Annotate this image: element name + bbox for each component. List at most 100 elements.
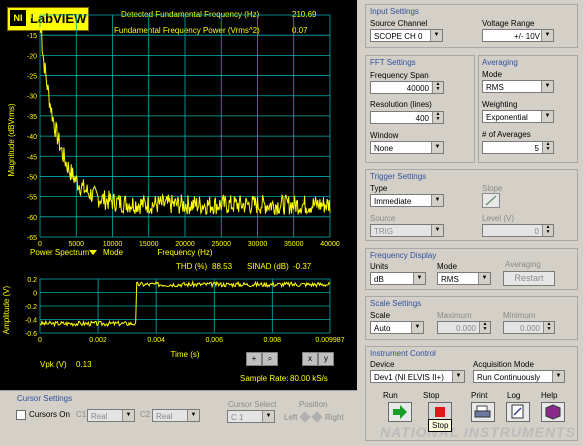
chevron-down-icon: ▼ — [541, 30, 553, 41]
resolution-label: Resolution (lines) — [370, 100, 432, 109]
sample-rate-value: 80.00 kS/s — [290, 374, 328, 383]
scale-select[interactable]: Auto ▼ — [370, 321, 424, 334]
vpk-label: Vpk (V) — [40, 360, 67, 369]
resolution-input[interactable]: 400 ▲ ▼ — [370, 111, 444, 124]
trigger-level-input[interactable]: 0 ▲ ▼ — [482, 224, 554, 237]
restart-averaging-button[interactable]: Restart — [503, 271, 555, 286]
spectrum-y-tick-label: -45 — [27, 154, 37, 161]
y-scale-format-icon[interactable]: y — [318, 352, 334, 366]
cursors-on-label: Cursors On — [29, 410, 70, 419]
frequency-span-value: 40000 — [406, 84, 429, 93]
spectrum-y-axis-label: Magnitude (dBVrms) — [7, 103, 16, 176]
window-label: Window — [370, 131, 399, 140]
window-select[interactable]: None ▼ — [370, 141, 444, 154]
print-button[interactable] — [471, 402, 495, 422]
power-spectrum-mode-label[interactable]: Power Spectrum — [30, 248, 89, 257]
source-channel-label: Source Channel — [370, 19, 428, 28]
spectrum-x-tick-label: 10000 — [103, 241, 123, 248]
display-averaging-label: Averaging — [505, 260, 541, 269]
spectrum-x-tick-label: 0 — [38, 241, 42, 248]
spectrum-y-tick-label: -30 — [27, 94, 37, 101]
fft-settings-title: FFT Settings — [370, 58, 416, 67]
weighting-select[interactable]: Exponential ▼ — [482, 110, 554, 123]
spectrum-x-tick-label: 15000 — [139, 241, 159, 248]
cursors-on-checkbox[interactable] — [16, 410, 26, 420]
position-left-label: Left — [284, 413, 298, 422]
cursor-select[interactable]: C 1 ▼ — [227, 410, 275, 423]
maximum-label: Maximum — [437, 311, 472, 320]
cursor-select-value: C 1 — [231, 413, 244, 422]
chevron-down-icon: ▼ — [411, 322, 423, 333]
spectrum-y-tick-label: -40 — [27, 134, 37, 141]
time-x-tick-label: 0.009987 — [315, 337, 344, 344]
num-averages-input[interactable]: 5 ▲ ▼ — [482, 141, 554, 154]
slope-button[interactable] — [482, 193, 500, 208]
window-value: None — [374, 144, 394, 153]
slope-label: Slope — [482, 184, 503, 193]
time-y-tick-label: -0.2 — [25, 304, 37, 311]
cursor-select-label: Cursor Select — [228, 400, 277, 409]
stepper-icon[interactable]: ▲ ▼ — [542, 225, 553, 236]
units-select[interactable]: dB ▼ — [370, 272, 426, 285]
voltage-range-select[interactable]: +/- 10V ▼ — [482, 29, 554, 42]
trigger-settings-title: Trigger Settings — [370, 172, 427, 181]
spectrum-x-tick-label: 25000 — [212, 241, 232, 248]
c2-select-value: Real — [156, 412, 173, 421]
x-scale-format-icon[interactable]: x — [302, 352, 318, 366]
stepper-icon[interactable]: ▲ ▼ — [543, 322, 554, 333]
stepper-icon[interactable]: ▲ ▼ — [432, 82, 443, 93]
rising-edge-icon — [485, 195, 497, 206]
c1-select[interactable]: Real ▼ — [87, 409, 135, 422]
chevron-down-icon: ▼ — [552, 371, 564, 382]
device-label: Device — [370, 360, 395, 369]
cursor-right-arrow-icon[interactable] — [311, 411, 323, 423]
frequency-display-title: Frequency Display — [370, 251, 437, 260]
spectrum-x-axis-label: Frequency (Hz) — [157, 248, 212, 257]
stepper-icon[interactable]: ▲ ▼ — [432, 112, 443, 123]
num-averages-label: # of Averages — [482, 130, 531, 139]
graph-zoom-tool-icon[interactable]: ⌕ — [262, 352, 278, 366]
help-button[interactable] — [541, 402, 565, 422]
run-button[interactable] — [388, 402, 412, 422]
time-y-tick-label: -0.4 — [25, 318, 37, 325]
spectrum-y-tick-label: -60 — [27, 215, 37, 222]
log-label: Log — [507, 391, 521, 400]
trigger-type-select[interactable]: Immediate ▼ — [370, 194, 444, 207]
c2-select[interactable]: Real ▼ — [152, 409, 200, 422]
time-domain-graph[interactable]: 0.2 0 -0.2 -0.4 -0.6 0 0.002 0.004 0.006 0.008 0.… — [0, 270, 357, 365]
power-spectrum-graph[interactable]: -10 -15 -20 -25 -30 -35 -40 -45 -50 -55 -60 -65 0 50… — [0, 0, 357, 270]
averaging-mode-select[interactable]: RMS ▼ — [482, 80, 554, 93]
log-button[interactable] — [506, 402, 530, 422]
stepper-icon[interactable]: ▲ ▼ — [479, 322, 490, 333]
stepper-icon[interactable]: ▲ ▼ — [542, 142, 553, 153]
maximum-input[interactable]: 0.000 ▲ ▼ — [437, 321, 491, 334]
instrument-display-panel: NI LabVIEW Detected Fundamental Frequenc… — [0, 0, 357, 390]
spectrum-y-tick-label: -65 — [27, 235, 37, 242]
spectrum-y-ticks: -10 -15 -20 -25 -30 -35 -40 -45 -50 -55 -60 -65 — [27, 13, 37, 242]
acquisition-mode-label: Acquisition Mode — [473, 360, 534, 369]
trigger-source-select[interactable]: TRIG ▼ — [370, 224, 444, 237]
resolution-value: 400 — [415, 114, 429, 123]
acquisition-mode-value: Run Continuously — [477, 373, 541, 382]
cursor-settings-section: Cursor Settings Cursors On C1 Real ▼ C2 … — [0, 390, 357, 446]
chevron-down-icon: ▼ — [413, 273, 425, 284]
chevron-down-icon: ▼ — [541, 81, 553, 92]
spectrum-y-tick-label: -10 — [27, 13, 37, 20]
units-value: dB — [374, 275, 384, 284]
graph-pan-tool-icon[interactable]: + — [246, 352, 262, 366]
help-book-icon — [545, 404, 561, 420]
device-select[interactable]: Dev1 (NI ELVIS II+) ▼ — [370, 370, 465, 383]
position-right-label: Right — [325, 413, 344, 422]
frequency-span-input[interactable]: 40000 ▲ ▼ — [370, 81, 444, 94]
trigger-source-value: TRIG — [374, 227, 394, 236]
chevron-down-icon: ▼ — [262, 411, 274, 422]
acquisition-mode-select[interactable]: Run Continuously ▼ — [473, 370, 565, 383]
time-y-axis-label: Amplitude (V) — [2, 285, 11, 334]
weighting-value: Exponential — [486, 113, 528, 122]
minimum-input[interactable]: 0.000 ▲ ▼ — [503, 321, 555, 334]
display-mode-select[interactable]: RMS ▼ — [437, 272, 491, 285]
cursor-left-arrow-icon[interactable] — [299, 411, 311, 423]
source-channel-select[interactable]: SCOPE CH 0 ▼ — [370, 29, 443, 42]
mode-dropdown-arrow-icon[interactable] — [89, 250, 97, 255]
chevron-down-icon: ▼ — [478, 273, 490, 284]
